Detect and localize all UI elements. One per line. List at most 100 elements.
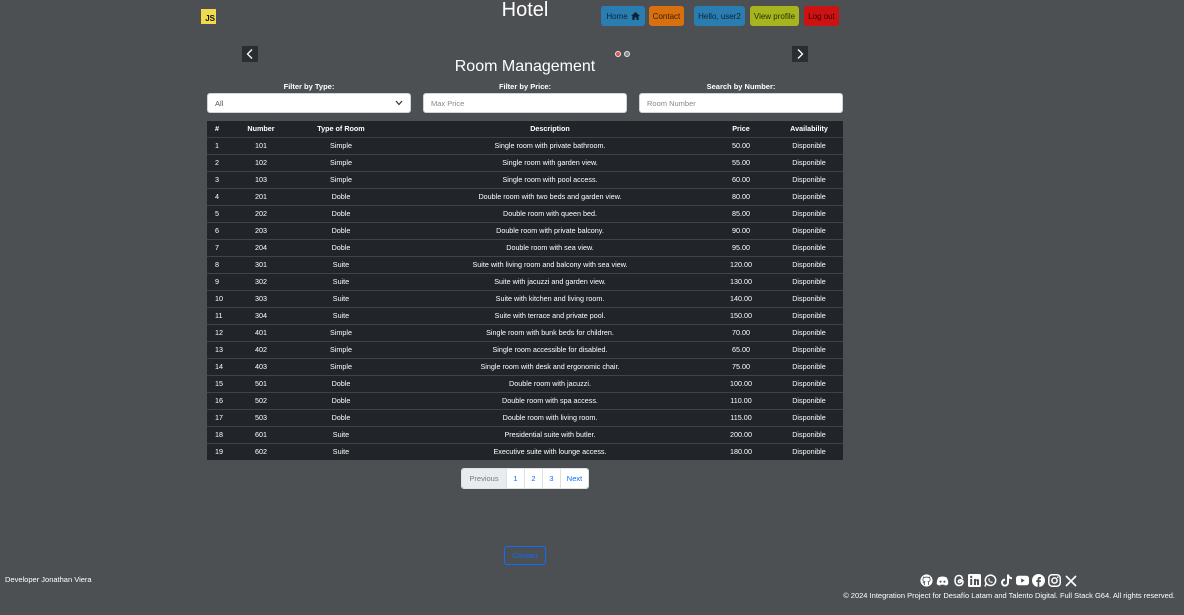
table-cell: 501: [233, 374, 289, 392]
table-cell: 16: [207, 391, 233, 409]
table-cell: Suite with living room and balcony with …: [393, 255, 707, 273]
table-cell: Simple: [289, 153, 393, 171]
carousel-prev-button[interactable]: [242, 46, 258, 62]
table-cell: 11: [207, 306, 233, 324]
table-cell: Disponible: [775, 425, 843, 443]
table-cell: 403: [233, 357, 289, 375]
carousel-indicator-2[interactable]: [624, 51, 630, 57]
table-cell: 103: [233, 170, 289, 188]
table-row: 1 101 Simple Single room with private bathr…: [207, 136, 843, 154]
x-icon[interactable]: [1064, 574, 1077, 587]
table-cell: 102: [233, 153, 289, 171]
table-cell: Disponible: [775, 374, 843, 392]
table-cell: Executive suite with lounge access.: [393, 442, 707, 460]
table-cell: Disponible: [775, 170, 843, 188]
table-cell: Suite with kitchen and living room.: [393, 289, 707, 307]
table-cell: 50.00: [707, 136, 775, 154]
table-cell: Suite: [289, 425, 393, 443]
table-cell: 60.00: [707, 170, 775, 188]
table-cell: 402: [233, 340, 289, 358]
youtube-icon[interactable]: [1016, 574, 1029, 587]
js-logo: JS: [201, 9, 216, 24]
github-icon[interactable]: [920, 574, 933, 587]
pagination-previous[interactable]: Previous: [462, 469, 506, 488]
pagination-page-2[interactable]: 2: [524, 469, 542, 488]
max-price-input[interactable]: [423, 93, 627, 113]
table-cell: Double room with living room.: [393, 408, 707, 426]
table-cell: Simple: [289, 357, 393, 375]
social-links: [920, 574, 1077, 587]
table-cell: 14: [207, 357, 233, 375]
table-cell: 2: [207, 153, 233, 171]
table-cell: 115.00: [707, 408, 775, 426]
table-cell: Simple: [289, 170, 393, 188]
type-filter-select[interactable]: All: [207, 93, 411, 113]
table-cell: 502: [233, 391, 289, 409]
table-cell: 9: [207, 272, 233, 290]
linkedin-icon[interactable]: [968, 574, 981, 587]
threads-icon[interactable]: [952, 574, 965, 587]
table-cell: Disponible: [775, 408, 843, 426]
table-cell: Double room with queen bed.: [393, 204, 707, 222]
table-cell: Single room with bunk beds for children.: [393, 323, 707, 341]
facebook-icon[interactable]: [1032, 574, 1045, 587]
table-cell: 15: [207, 374, 233, 392]
user-greeting-button[interactable]: Hello, user2: [694, 6, 745, 26]
table-cell: Disponible: [775, 153, 843, 171]
table-cell: 65.00: [707, 340, 775, 358]
table-cell: 602: [233, 442, 289, 460]
app-title: Hotel: [501, 0, 549, 21]
whatsapp-icon[interactable]: [984, 574, 997, 587]
table-row: 15 501 Doble Double room with jacuzzi. 100.0…: [207, 374, 843, 392]
table-cell: Presidential suite with butler.: [393, 425, 707, 443]
table-cell: 75.00: [707, 357, 775, 375]
table-row: 3 103 Simple Single room with pool access. 6…: [207, 170, 843, 188]
carousel-indicator-1[interactable]: [615, 51, 621, 57]
table-cell: Doble: [289, 187, 393, 205]
table-cell: 303: [233, 289, 289, 307]
pagination-next[interactable]: Next: [560, 469, 588, 488]
discord-icon[interactable]: [936, 574, 949, 587]
chevron-right-icon: [797, 49, 804, 59]
tiktok-icon[interactable]: [1000, 574, 1013, 587]
table-cell: 304: [233, 306, 289, 324]
table-cell: Double room with two beds and garden vie…: [393, 187, 707, 205]
rooms-table: # Number Type of Room Description Price …: [207, 121, 843, 460]
table-row: 10 303 Suite Suite with kitchen and living …: [207, 289, 843, 307]
table-cell: 503: [233, 408, 289, 426]
table-cell: Suite: [289, 255, 393, 273]
room-number-input[interactable]: [639, 93, 843, 113]
table-cell: Suite: [289, 272, 393, 290]
table-cell: Disponible: [775, 136, 843, 154]
pagination-page-1[interactable]: 1: [506, 469, 524, 488]
home-button[interactable]: Home: [601, 6, 645, 26]
page-title: Room Management: [454, 58, 596, 75]
chevron-left-icon: [246, 49, 253, 59]
carousel-next-button[interactable]: [792, 46, 808, 62]
instagram-icon[interactable]: [1048, 574, 1061, 587]
table-cell: 90.00: [707, 221, 775, 239]
table-cell: 3: [207, 170, 233, 188]
table-cell: 140.00: [707, 289, 775, 307]
table-cell: 4: [207, 187, 233, 205]
column-header: Description: [393, 121, 707, 138]
table-cell: 6: [207, 221, 233, 239]
table-cell: Suite: [289, 442, 393, 460]
view-profile-button[interactable]: View profile: [750, 6, 799, 26]
contact-button[interactable]: Contact: [504, 546, 546, 565]
table-cell: Disponible: [775, 442, 843, 460]
table-cell: 204: [233, 238, 289, 256]
table-row: 2 102 Simple Single room with garden view. 5…: [207, 153, 843, 171]
table-cell: 13: [207, 340, 233, 358]
table-cell: Double room with jacuzzi.: [393, 374, 707, 392]
table-cell: Doble: [289, 374, 393, 392]
table-row: 5 202 Doble Double room with queen bed. 85.0…: [207, 204, 843, 222]
table-cell: 302: [233, 272, 289, 290]
pagination-page-3[interactable]: 3: [542, 469, 560, 488]
logout-button[interactable]: Log out: [804, 6, 839, 26]
table-cell: Suite: [289, 306, 393, 324]
table-cell: 301: [233, 255, 289, 273]
table-cell: Simple: [289, 340, 393, 358]
contact-nav-button[interactable]: Contact: [649, 6, 684, 26]
table-row: 16 502 Doble Double room with spa access. 11…: [207, 391, 843, 409]
